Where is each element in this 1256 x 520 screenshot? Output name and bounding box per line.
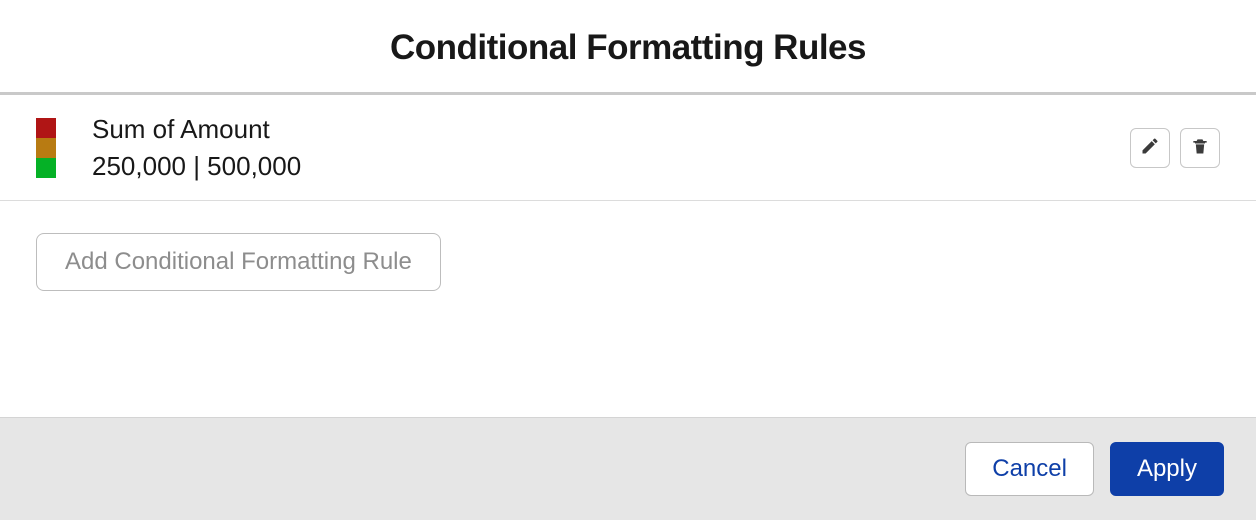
scale-mid: [36, 138, 56, 158]
dialog-footer: Cancel Apply: [0, 417, 1256, 520]
cancel-button[interactable]: Cancel: [965, 442, 1094, 496]
rule-thresholds: 250,000 | 500,000: [92, 152, 1130, 181]
rule-text: Sum of Amount 250,000 | 500,000: [92, 115, 1130, 180]
scale-low: [36, 158, 56, 178]
delete-rule-button[interactable]: [1180, 128, 1220, 168]
scale-high: [36, 118, 56, 138]
dialog-header: Conditional Formatting Rules: [0, 0, 1256, 92]
add-rule-button[interactable]: Add Conditional Formatting Rule: [36, 233, 441, 291]
color-scale-preview: [36, 118, 56, 178]
edit-rule-button[interactable]: [1130, 128, 1170, 168]
rule-field-name: Sum of Amount: [92, 115, 1130, 144]
pencil-icon: [1140, 136, 1160, 159]
rule-row: Sum of Amount 250,000 | 500,000: [0, 95, 1256, 201]
rule-actions: [1130, 128, 1220, 168]
add-rule-area: Add Conditional Formatting Rule: [0, 201, 1256, 417]
dialog-title: Conditional Formatting Rules: [0, 28, 1256, 68]
apply-button[interactable]: Apply: [1110, 442, 1224, 496]
trash-icon: [1190, 136, 1210, 159]
